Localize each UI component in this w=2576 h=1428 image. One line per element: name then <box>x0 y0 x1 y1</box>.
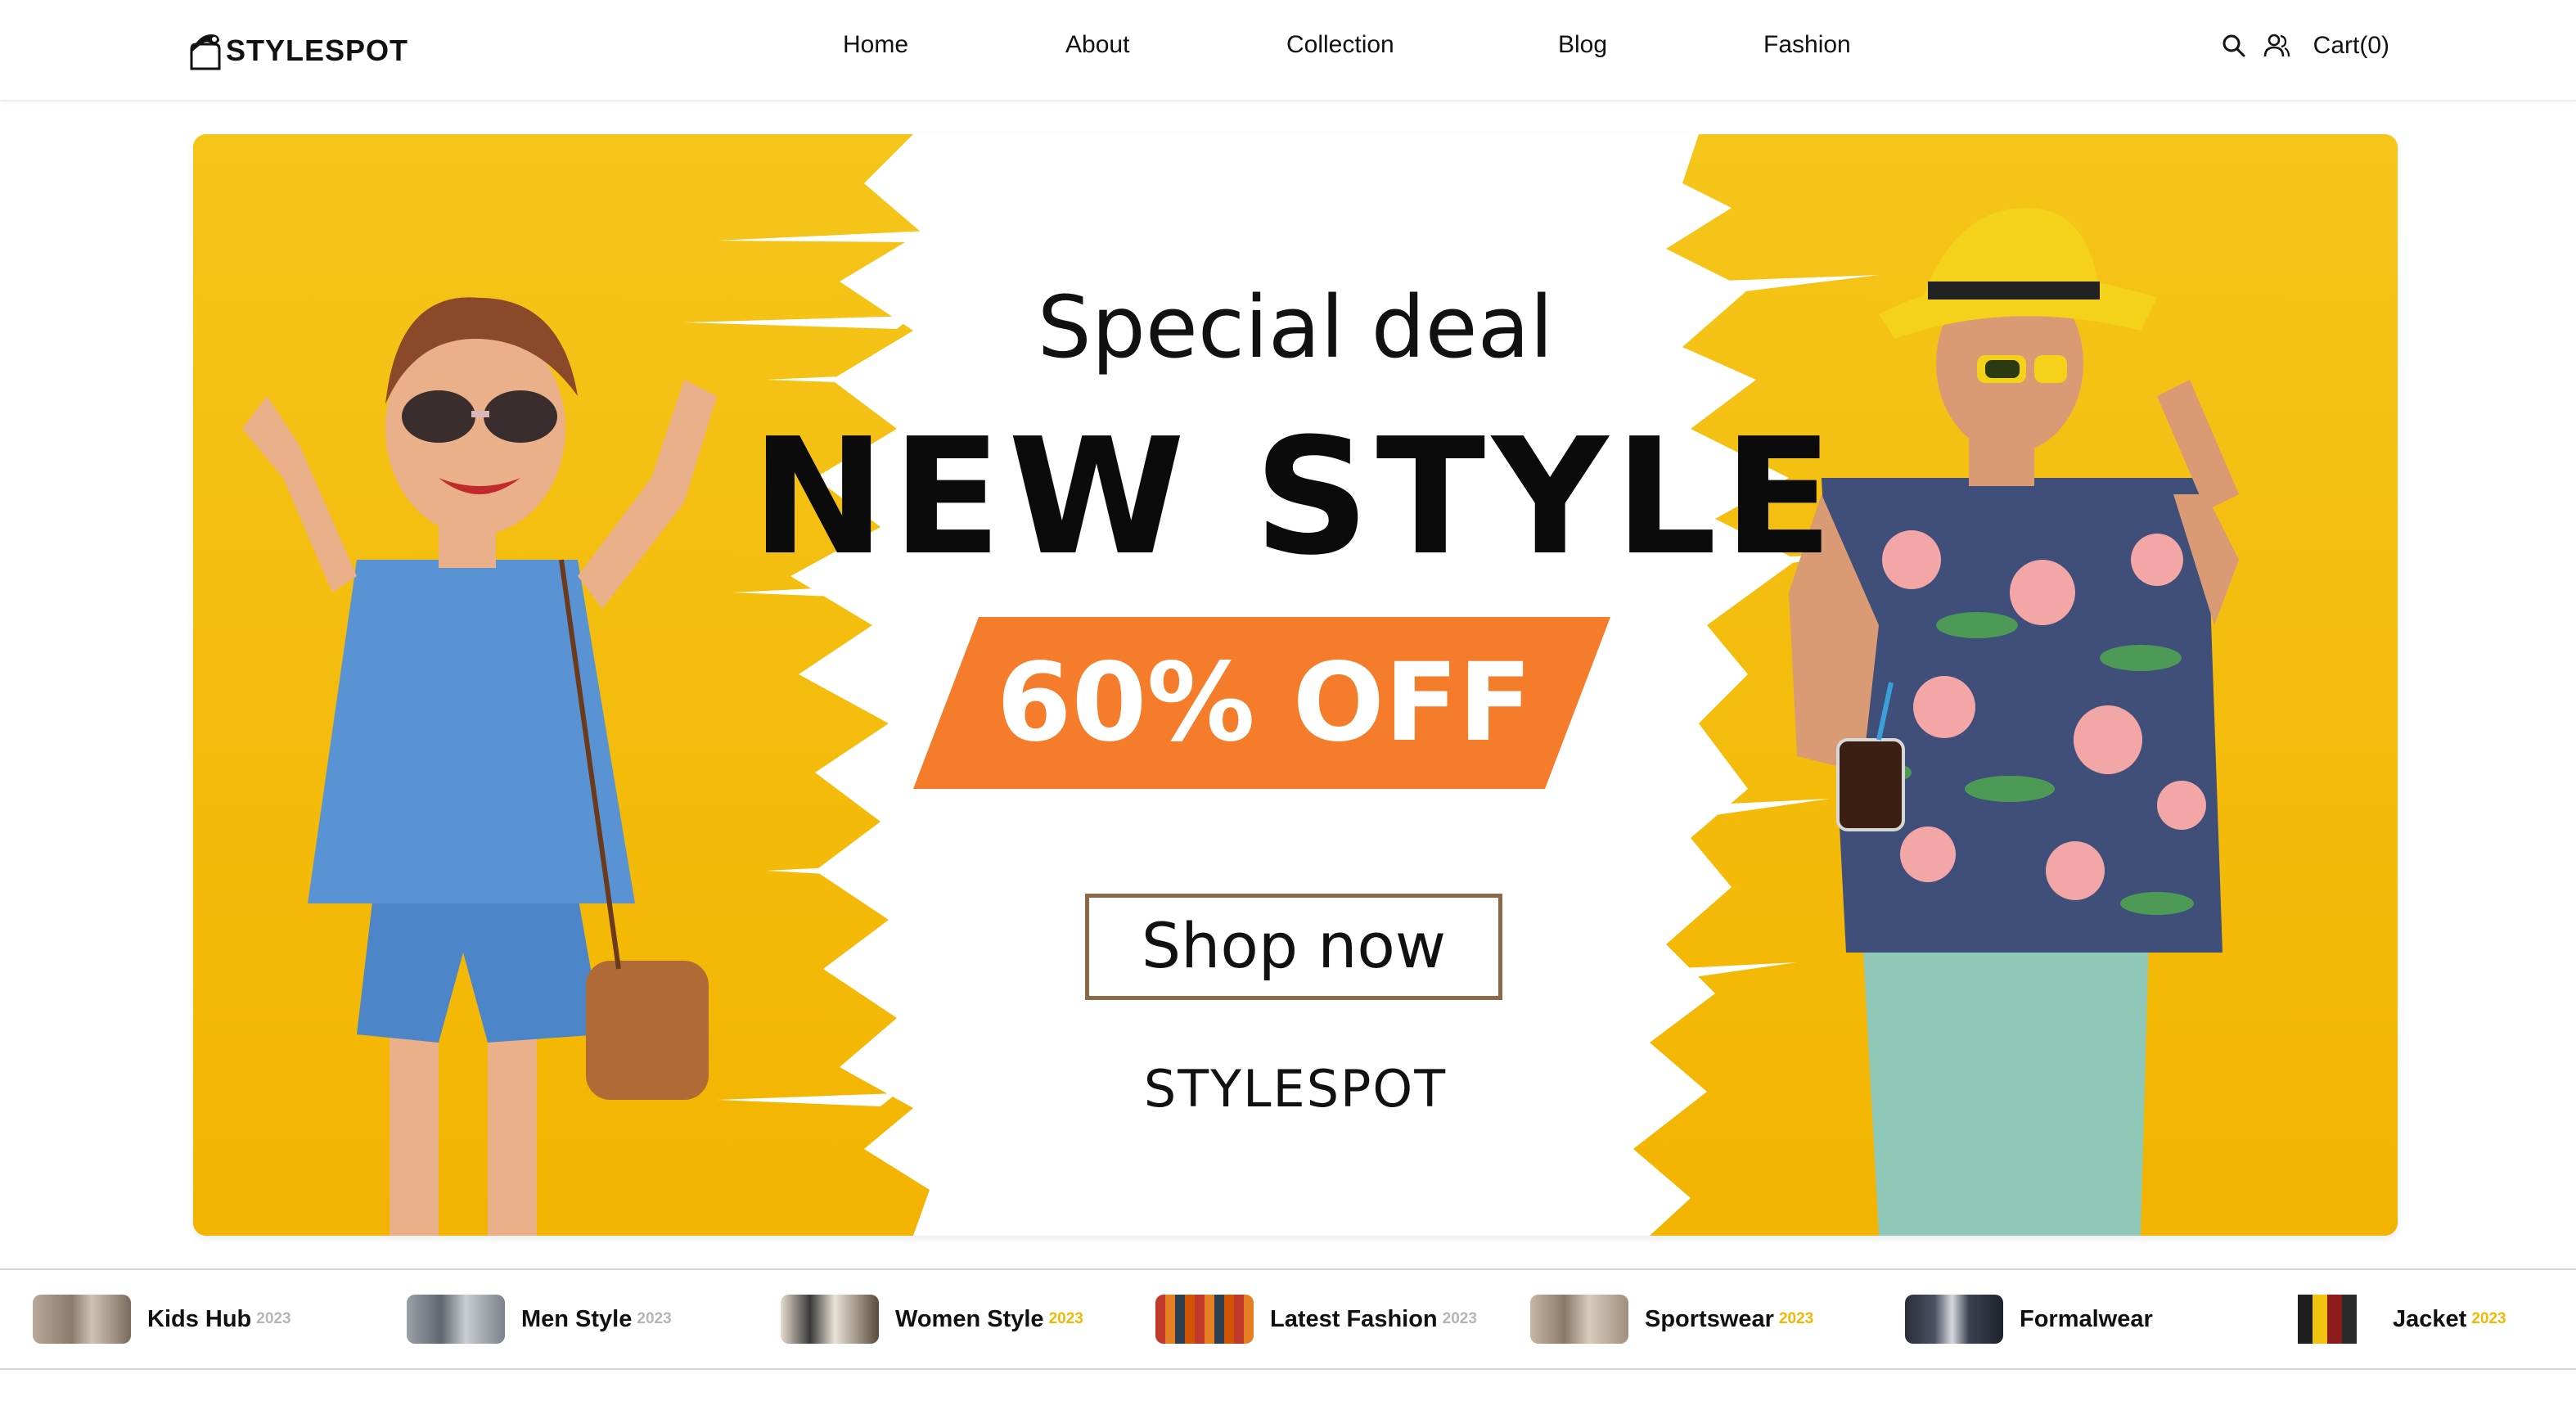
category-year: 2023 <box>1048 1310 1083 1327</box>
discount-text: 60% OFF <box>996 640 1533 766</box>
hero-kicker: Special deal <box>1037 277 1554 377</box>
nav-about[interactable]: About <box>1065 31 1129 59</box>
category-latest-fashion[interactable]: Latest Fashion 2023 <box>1155 1270 1477 1368</box>
hero-brand: STYLESPOT <box>1143 1059 1448 1119</box>
main-nav: Home About Collection Blog Fashion <box>0 31 2576 64</box>
header-utilities: Cart(0) <box>2220 25 2389 67</box>
category-label: Kids Hub <box>147 1305 252 1332</box>
category-men-style[interactable]: Men Style 2023 <box>407 1270 672 1368</box>
category-thumbnail <box>1530 1295 1628 1344</box>
category-jacket[interactable]: Jacket 2023 <box>2278 1270 2506 1368</box>
category-thumbnail <box>1155 1295 1254 1344</box>
category-year: 2023 <box>256 1310 291 1327</box>
nav-collection[interactable]: Collection <box>1286 31 1394 59</box>
category-year: 2023 <box>637 1310 672 1327</box>
search-icon[interactable] <box>2220 32 2248 60</box>
category-label: Men Style <box>521 1305 633 1332</box>
category-formalwear[interactable]: Formalwear <box>1905 1270 2158 1368</box>
nav-fashion[interactable]: Fashion <box>1763 31 1851 59</box>
category-sportswear[interactable]: Sportswear 2023 <box>1530 1270 1813 1368</box>
category-thumbnail <box>2278 1295 2376 1344</box>
cart-link[interactable]: Cart(0) <box>2313 32 2389 60</box>
nav-blog[interactable]: Blog <box>1558 31 1607 59</box>
category-year: 2023 <box>1442 1310 1477 1327</box>
category-year: 2023 <box>1778 1310 1814 1327</box>
category-label: Latest Fashion <box>1270 1305 1438 1332</box>
discount-banner: 60% OFF <box>918 617 1610 789</box>
hero-banner: Special deal NEW STYLE 60% OFF Shop now … <box>193 134 2398 1236</box>
category-thumbnail <box>781 1295 879 1344</box>
category-label: Sportswear <box>1645 1305 1774 1332</box>
user-icon[interactable] <box>2263 32 2290 60</box>
category-year: 2023 <box>2471 1310 2506 1327</box>
category-label: Formalwear <box>2020 1305 2153 1332</box>
category-thumbnail <box>33 1295 131 1344</box>
shop-now-button[interactable]: Shop now <box>1085 894 1502 1000</box>
nav-home[interactable]: Home <box>843 31 908 59</box>
category-label: Jacket <box>2393 1305 2467 1332</box>
category-label: Women Style <box>895 1305 1044 1332</box>
hero-content: Special deal NEW STYLE 60% OFF Shop now … <box>193 134 2398 1236</box>
site-header: STYLESPOT Home About Collection Blog Fas… <box>0 0 2576 101</box>
category-women-style[interactable]: Women Style 2023 <box>781 1270 1083 1368</box>
category-thumbnail <box>1905 1295 2003 1344</box>
category-kids-hub[interactable]: Kids Hub 2023 <box>33 1270 291 1368</box>
category-strip: Kids Hub 2023 Men Style 2023 Women Style… <box>0 1268 2576 1370</box>
category-thumbnail <box>407 1295 505 1344</box>
hero-headline: NEW STYLE <box>751 404 1840 591</box>
